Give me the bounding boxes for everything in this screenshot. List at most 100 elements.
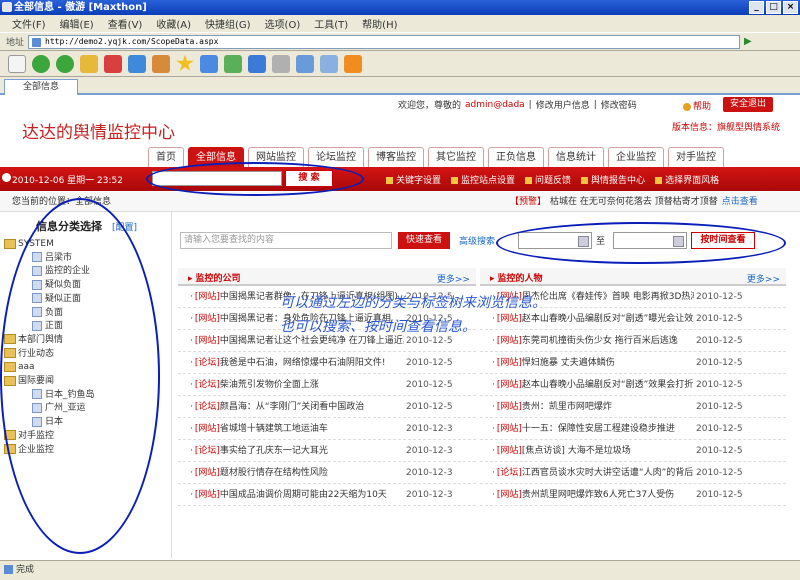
item-title[interactable]: 事实给了孔庆东一记大耳光	[220, 446, 328, 456]
list-item[interactable]: [网站]赵本山春晚小品编剧反对“剧透”效果会打折2010-12-5	[480, 374, 786, 396]
up-icon[interactable]	[80, 54, 98, 73]
item-title[interactable]: 赵本山春晚小品编剧反对“剧透”曝光会让效果打折	[522, 314, 720, 324]
more-link[interactable]: 更多>>	[747, 272, 780, 285]
screen-icon[interactable]	[224, 54, 242, 73]
list-item[interactable]: [网站]题材股行情存在结构性风险 2010-12-3	[178, 462, 476, 484]
nav-tab-blog[interactable]: 博客监控	[368, 147, 424, 167]
item-date: 2010-12-5	[404, 352, 453, 373]
rss-icon[interactable]	[344, 54, 362, 73]
change-password-link[interactable]: 修改密码	[601, 98, 637, 111]
source-badge: [网站]	[190, 468, 220, 478]
link-sep: |	[593, 99, 597, 110]
item-title[interactable]: 颜昌海：从“李刚门”关闭看中国政治	[220, 402, 364, 412]
browser-tab[interactable]: 全部信息	[4, 79, 78, 95]
item-title[interactable]: 省城增十辆建筑工地运油车	[220, 424, 328, 434]
forward-icon[interactable]	[56, 54, 74, 73]
menu-file[interactable]: 文件(F)	[12, 16, 46, 31]
list-item[interactable]: [网站]东莞司机撞街头伤少女 拖行百米后逃逸 2010-12-5	[480, 330, 786, 352]
keyword-settings-link[interactable]: 关键字设置	[386, 173, 441, 186]
feedback-link[interactable]: 问题反馈	[525, 173, 571, 186]
list-icon[interactable]	[296, 54, 314, 73]
report-center-link[interactable]: 舆情报告中心	[581, 173, 645, 186]
annotation-ellipse-tree	[0, 198, 160, 554]
list-item[interactable]: [论坛]我爸是中石油，网络惊爆中石油阴阳文件! 2010-12-5	[178, 352, 476, 374]
maximize-button[interactable]: □	[766, 1, 781, 14]
list-item[interactable]: [网站]贵州凯里网吧爆炸致6人死亡37人受伤 2010-12-5	[480, 484, 786, 506]
list-item[interactable]: [论坛]江西官员谈水灾时大讲空话遭“人肉”的背后2010-12-5	[480, 462, 786, 484]
menu-favorites[interactable]: 收藏(A)	[156, 16, 191, 31]
nav-tab-other[interactable]: 其它监控	[428, 147, 484, 167]
item-date: 2010-12-3	[404, 484, 453, 505]
list-item[interactable]: [网站][焦点访谈] 大海不是垃圾场 2010-12-5	[480, 440, 786, 462]
item-title[interactable]: 东莞司机撞街头伤少女 拖行百米后逃逸	[522, 336, 678, 346]
page-icon	[32, 37, 42, 47]
edit-profile-link[interactable]: 修改用户信息	[536, 98, 590, 111]
help-link[interactable]: 帮助	[683, 99, 711, 112]
edit-icon[interactable]	[320, 54, 338, 73]
window-titlebar: 全部信息 - 傲游 [Maxthon] _ □ ×	[0, 0, 800, 15]
keyword-search-input[interactable]: 请输入您要查找的内容	[180, 232, 392, 249]
nav-tab-enterprise[interactable]: 企业监控	[608, 147, 664, 167]
stop-icon[interactable]	[104, 54, 122, 73]
annotation-ellipse-date	[496, 222, 786, 264]
tools-icon[interactable]	[272, 54, 290, 73]
nav-tab-home[interactable]: 首页	[148, 147, 184, 167]
item-title[interactable]: 中国成品油调价周期可能由22天缩为10天	[220, 490, 387, 500]
menu-groups[interactable]: 快捷组(G)	[205, 16, 251, 31]
item-title[interactable]: 周杰伦出席《春娃传》首映 电影再掀3D热潮	[522, 292, 700, 302]
advanced-search-link[interactable]: 高级搜索	[459, 234, 495, 247]
home-icon[interactable]	[152, 54, 170, 73]
new-page-icon[interactable]	[8, 54, 26, 73]
item-title[interactable]: 贵州：凯里市网吧爆炸	[522, 402, 612, 412]
item-title[interactable]: 中国揭黑记者让这个社会更纯净 在刀锋上逼近真相	[220, 336, 421, 346]
version-info: 版本信息：旗舰型舆情系统	[672, 123, 781, 133]
source-badge: [网站]	[190, 292, 220, 302]
list-item[interactable]: [网站]十一五：保障性安居工程建设稳步推进 2010-12-5	[480, 418, 786, 440]
item-title[interactable]: 柴油荒引发物价全面上涨	[220, 380, 319, 390]
item-title[interactable]: 贵州凯里网吧爆炸致6人死亡37人受伤	[522, 490, 674, 500]
minimize-button[interactable]: _	[749, 1, 764, 14]
item-title[interactable]: 我爸是中石油，网络惊爆中石油阴阳文件!	[220, 358, 386, 368]
annotation-line-2: 也可以搜索、按时间查看信息。	[280, 319, 476, 335]
menu-options[interactable]: 选项(O)	[265, 16, 301, 31]
welcome-sep: |	[528, 99, 532, 110]
more-link[interactable]: 更多>>	[437, 272, 470, 285]
item-date: 2010-12-5	[694, 396, 743, 417]
list-item[interactable]: [论坛]柴油荒引发物价全面上涨 2010-12-5	[178, 374, 476, 396]
item-title[interactable]: 江西官员谈水灾时大讲空话遭“人肉”的背后	[522, 468, 693, 478]
username-link[interactable]: admin@dada	[465, 100, 525, 110]
site-settings-link[interactable]: 监控站点设置	[451, 173, 515, 186]
quick-view-button[interactable]: 快速查看	[398, 232, 450, 249]
back-icon[interactable]	[32, 54, 50, 73]
warning-view-link[interactable]: 点击查看	[722, 192, 758, 212]
annotation-ellipse-search	[146, 162, 364, 196]
favorites-star-icon[interactable]	[176, 54, 194, 71]
menu-tools[interactable]: 工具(T)	[314, 16, 348, 31]
item-title[interactable]: [焦点访谈] 大海不是垃圾场	[522, 446, 631, 456]
logout-button[interactable]: 安全退出	[723, 97, 773, 112]
nav-tab-competitor[interactable]: 对手监控	[668, 147, 724, 167]
list-item[interactable]: [论坛]颜昌海：从“李刚门”关闭看中国政治 2010-12-5	[178, 396, 476, 418]
translate-icon[interactable]	[200, 54, 218, 73]
theme-link[interactable]: 选择界面风格	[655, 173, 719, 186]
nav-tab-stats[interactable]: 信息统计	[548, 147, 604, 167]
close-button[interactable]: ×	[783, 1, 798, 14]
menu-edit[interactable]: 编辑(E)	[60, 16, 94, 31]
undo-icon[interactable]	[248, 54, 266, 73]
item-title[interactable]: 题材股行情存在结构性风险	[220, 468, 328, 478]
list-item[interactable]: [网站]贵州：凯里市网吧爆炸 2010-12-5	[480, 396, 786, 418]
menu-view[interactable]: 查看(V)	[108, 16, 143, 31]
list-item[interactable]: [网站]省城增十辆建筑工地运油车 2010-12-3	[178, 418, 476, 440]
list-item[interactable]: [论坛]事实给了孔庆东一记大耳光 2010-12-3	[178, 440, 476, 462]
menu-help[interactable]: 帮助(H)	[362, 16, 397, 31]
refresh-icon[interactable]	[128, 54, 146, 73]
list-item[interactable]: [网站]中国成品油调价周期可能由22天缩为10天 2010-12-3	[178, 484, 476, 506]
nav-tab-sentiment[interactable]: 正负信息	[488, 147, 544, 167]
item-title[interactable]: 十一五：保障性安居工程建设稳步推进	[522, 424, 675, 434]
current-datetime: 2010-12-06 星期一 23:52	[12, 176, 123, 186]
go-arrow-icon[interactable]: ▶	[744, 36, 752, 47]
item-title[interactable]: 赵本山春晚小品编剧反对“剧透”效果会打折	[522, 380, 693, 390]
list-item[interactable]: [网站]悍妇施暴 丈夫遍体鳞伤 2010-12-5	[480, 352, 786, 374]
item-title[interactable]: 悍妇施暴 丈夫遍体鳞伤	[522, 358, 615, 368]
address-input[interactable]: http://demo2.yqjk.com/ScopeData.aspx	[28, 34, 741, 49]
